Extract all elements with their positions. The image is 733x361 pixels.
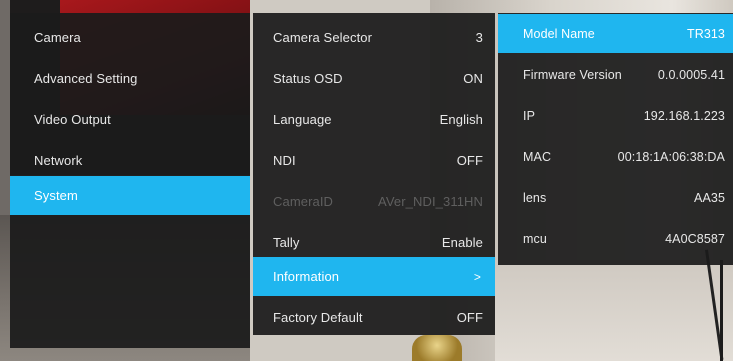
info-label: Model Name bbox=[523, 26, 595, 41]
setting-label: Information bbox=[273, 269, 340, 284]
setting-value: OFF bbox=[456, 310, 483, 325]
info-label: lens bbox=[523, 190, 547, 205]
background-door-panel bbox=[495, 260, 733, 361]
background-stand bbox=[720, 260, 723, 361]
menu-item-label: System bbox=[34, 188, 78, 203]
background-door-knob bbox=[412, 335, 462, 361]
info-label: MAC bbox=[523, 149, 552, 164]
setting-factory-default[interactable]: Factory Default OFF bbox=[253, 298, 495, 337]
info-value: 00:18:1A:06:38:DA bbox=[617, 149, 725, 164]
system-menu-panel: Camera Selector 3 Status OSD ON Language… bbox=[253, 13, 495, 335]
info-value: TR313 bbox=[686, 26, 725, 41]
setting-label: NDI bbox=[273, 153, 296, 168]
setting-label: Factory Default bbox=[273, 310, 363, 325]
menu-item-network[interactable]: Network bbox=[10, 141, 250, 180]
chevron-right-icon: > bbox=[473, 269, 481, 284]
info-lens: lens AA35 bbox=[498, 178, 733, 217]
menu-item-label: Network bbox=[34, 153, 83, 168]
info-value: 0.0.0005.41 bbox=[657, 67, 725, 82]
setting-label: Tally bbox=[273, 235, 300, 250]
setting-value: OFF bbox=[456, 153, 483, 168]
setting-value: ON bbox=[463, 71, 483, 86]
setting-camera-id: CameraID AVer_NDI_311HN bbox=[253, 182, 495, 221]
setting-label: Camera Selector bbox=[273, 30, 373, 45]
menu-item-advanced-setting[interactable]: Advanced Setting bbox=[10, 59, 250, 98]
info-label: Firmware Version bbox=[523, 67, 622, 82]
menu-item-camera[interactable]: Camera bbox=[10, 18, 250, 57]
info-model-name[interactable]: Model Name TR313 bbox=[498, 14, 733, 53]
info-label: IP bbox=[523, 108, 536, 123]
setting-label: CameraID bbox=[273, 194, 334, 209]
info-mcu: mcu 4A0C8587 bbox=[498, 219, 733, 258]
setting-information[interactable]: Information > bbox=[253, 257, 495, 296]
info-value: 192.168.1.223 bbox=[643, 108, 725, 123]
info-value: 4A0C8587 bbox=[665, 231, 725, 246]
info-ip: IP 192.168.1.223 bbox=[498, 96, 733, 135]
setting-value: AVer_NDI_311HN bbox=[378, 194, 483, 209]
setting-language[interactable]: Language English bbox=[253, 100, 495, 139]
info-mac: MAC 00:18:1A:06:38:DA bbox=[498, 137, 733, 176]
setting-label: Language bbox=[273, 112, 332, 127]
menu-item-label: Camera bbox=[34, 30, 81, 45]
information-panel: Model Name TR313 Firmware Version 0.0.00… bbox=[498, 13, 733, 265]
setting-value: English bbox=[439, 112, 483, 127]
menu-item-system[interactable]: System bbox=[10, 176, 250, 215]
setting-value: Enable bbox=[441, 235, 483, 250]
menu-item-video-output[interactable]: Video Output bbox=[10, 100, 250, 139]
setting-status-osd[interactable]: Status OSD ON bbox=[253, 59, 495, 98]
menu-item-label: Video Output bbox=[34, 112, 111, 127]
main-menu-panel: Camera Advanced Setting Video Output Net… bbox=[10, 13, 250, 348]
camera-osd-screen: Camera Advanced Setting Video Output Net… bbox=[0, 0, 733, 361]
menu-item-label: Advanced Setting bbox=[34, 71, 138, 86]
setting-ndi[interactable]: NDI OFF bbox=[253, 141, 495, 180]
info-value: AA35 bbox=[694, 190, 725, 205]
setting-label: Status OSD bbox=[273, 71, 343, 86]
setting-value: 3 bbox=[475, 30, 483, 45]
info-label: mcu bbox=[523, 231, 547, 246]
setting-camera-selector[interactable]: Camera Selector 3 bbox=[253, 18, 495, 57]
info-firmware-version: Firmware Version 0.0.0005.41 bbox=[498, 55, 733, 94]
